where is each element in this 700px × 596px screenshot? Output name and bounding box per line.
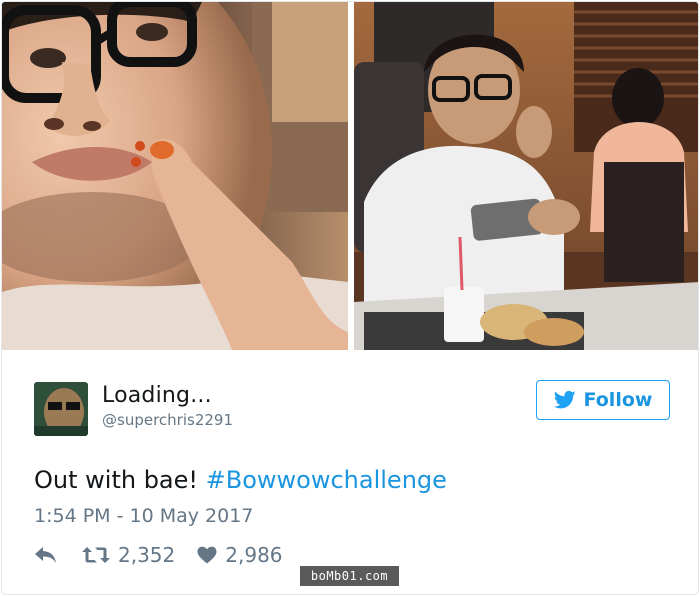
photo-restaurant-scene[interactable] (354, 2, 698, 350)
follow-label: Follow (583, 389, 653, 411)
watermark: boMb01.com (300, 566, 399, 586)
tweet-text-plain: Out with bae! (34, 466, 206, 494)
hashtag-link[interactable]: #Bowwowchallenge (206, 466, 447, 494)
user-handle[interactable]: @superchris2291 (102, 411, 233, 429)
like-button[interactable]: 2,986 (197, 543, 283, 567)
reply-button[interactable] (34, 545, 58, 565)
avatar[interactable] (34, 382, 88, 436)
avatar-image (34, 382, 88, 436)
twitter-bird-icon (553, 390, 576, 409)
reply-icon (35, 547, 56, 563)
like-count: 2,986 (225, 543, 283, 567)
tweet-text: Out with bae! #Bowwowchallenge (34, 466, 447, 494)
retweet-icon (82, 547, 110, 563)
tweet-timestamp[interactable]: 1:54 PM - 10 May 2017 (34, 505, 253, 527)
tweet-actions: 2,352 2,986 (34, 542, 283, 568)
heart-icon (197, 546, 217, 564)
tweet-media[interactable] (2, 2, 698, 352)
photo-closeup-selfie[interactable] (2, 2, 348, 350)
photo-restaurant-image (354, 2, 698, 350)
photo-closeup-image (2, 2, 348, 350)
tweet-header: Loading... @superchris2291 Follow (34, 380, 674, 440)
tweet-card: Loading... @superchris2291 Follow Out wi… (1, 1, 699, 595)
retweet-button[interactable]: 2,352 (82, 543, 175, 567)
retweet-count: 2,352 (118, 543, 176, 567)
display-name[interactable]: Loading... (102, 383, 212, 408)
follow-button[interactable]: Follow (536, 380, 670, 420)
